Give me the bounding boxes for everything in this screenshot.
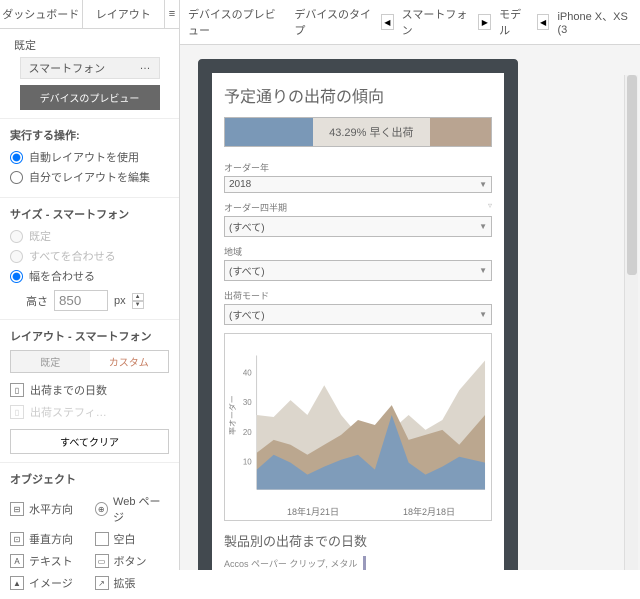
svg-text:30: 30 <box>243 398 252 407</box>
filter-mode-label: 出荷モード <box>224 289 269 302</box>
action-section: 実行する操作: 自動レイアウトを使用 自分でレイアウトを編集 <box>0 119 179 198</box>
x-label-2: 18年2月18日 <box>403 505 455 518</box>
clear-all-button[interactable]: すべてクリア <box>10 429 169 454</box>
tab-layout[interactable]: レイアウト <box>83 0 166 28</box>
filter-year-label: オーダー年 <box>224 161 269 174</box>
svg-text:10: 10 <box>243 458 252 467</box>
height-stepper[interactable]: ▲▼ <box>132 293 144 309</box>
vertical-icon: ⊡ <box>10 532 24 546</box>
y-axis-label: 率オーダー <box>229 395 237 435</box>
obj-button[interactable]: ▭ボタン <box>95 553 170 569</box>
size-title: サイズ - スマートフォン <box>10 206 169 222</box>
height-input[interactable] <box>54 290 108 311</box>
obj-vertical[interactable]: ⊡垂直方向 <box>10 531 85 547</box>
radio-auto-layout[interactable]: 自動レイアウトを使用 <box>10 149 169 165</box>
objects-title: オブジェクト <box>10 471 169 487</box>
obj-horizontal[interactable]: ⊟水平方向 <box>10 493 85 525</box>
device-section: 既定 スマートフォン … デバイスのプレビュー <box>0 29 179 119</box>
layout-section: レイアウト - スマートフォン 既定 カスタム ▯ 出荷までの日数 ▯ 出荷ステ… <box>0 320 179 463</box>
height-label: 高さ <box>26 293 48 309</box>
kpi-stacked-bar: 43.29% 早く出荷 <box>224 117 492 147</box>
sheet-icon: ▯ <box>10 383 24 397</box>
radio-size-default: 既定 <box>10 228 169 244</box>
globe-icon: ⊕ <box>95 502 109 516</box>
section-products-title: 製品別の出荷までの日数 <box>224 531 492 550</box>
type-prev-button[interactable]: ◀ <box>381 14 394 30</box>
text-icon: A <box>10 554 24 568</box>
area-chart: 40 30 20 10 率オーダー 18年 <box>224 333 492 521</box>
device-label: スマートフォン <box>29 60 106 76</box>
button-icon: ▭ <box>95 554 109 568</box>
default-label: 既定 <box>14 37 36 53</box>
layout-tab-default[interactable]: 既定 <box>11 351 90 372</box>
bar-seg-blue <box>225 118 313 146</box>
action-title: 実行する操作: <box>10 127 169 143</box>
obj-text[interactable]: Aテキスト <box>10 553 85 569</box>
filter-region-label: 地域 <box>224 245 242 258</box>
filter-quarter-select[interactable]: (すべて)▼ <box>224 216 492 237</box>
layout-tab-custom[interactable]: カスタム <box>90 351 169 372</box>
left-panel: ダッシュボード レイアウト ≡ 既定 スマートフォン … デバイスのプレビュー … <box>0 0 180 570</box>
device-type-label: デバイスのタイプ <box>294 6 373 38</box>
preview-label: デバイスのプレビュー <box>188 6 286 38</box>
left-tabs: ダッシュボード レイアウト ≡ <box>0 0 179 29</box>
device-more-icon[interactable]: … <box>140 60 151 76</box>
filter-mode-select[interactable]: (すべて)▼ <box>224 304 492 325</box>
device-preview-button[interactable]: デバイスのプレビュー <box>20 85 160 110</box>
type-next-button[interactable]: ▶ <box>478 14 491 30</box>
x-label-1: 18年1月21日 <box>287 505 339 518</box>
device-frame: 予定通りの出荷の傾向 43.29% 早く出荷 オーダー年 2018▼ オーダー四… <box>198 59 518 570</box>
obj-blank[interactable]: 空白 <box>95 531 170 547</box>
svg-text:40: 40 <box>243 368 252 377</box>
chevron-down-icon: ▼ <box>479 266 487 275</box>
extension-icon: ↗ <box>95 576 109 590</box>
preview-canvas: 予定通りの出荷の傾向 43.29% 早く出荷 オーダー年 2018▼ オーダー四… <box>180 45 640 570</box>
preview-topbar: デバイスのプレビュー デバイスのタイプ ◀ スマートフォン ▶ モデル ◀ iP… <box>180 0 640 45</box>
chevron-down-icon: ▼ <box>479 222 487 231</box>
image-icon: ▲ <box>10 576 24 590</box>
chevron-down-icon: ▼ <box>479 310 487 319</box>
area-chart-svg: 40 30 20 10 率オーダー <box>229 340 487 500</box>
obj-web[interactable]: ⊕Web ページ <box>95 493 170 525</box>
device-selector[interactable]: スマートフォン … <box>20 57 160 79</box>
dashboard-title: 予定通りの出荷の傾向 <box>224 83 492 107</box>
tabs-collapse-icon[interactable]: ≡ <box>165 0 179 28</box>
product-row: Accos ペーパー クリップ, メタル <box>224 556 492 570</box>
radio-size-fit-width[interactable]: 幅を合わせる <box>10 268 169 284</box>
tab-dashboard[interactable]: ダッシュボード <box>0 0 83 28</box>
objects-section: オブジェクト ⊟水平方向 ⊕Web ページ ⊡垂直方向 空白 Aテキスト ▭ボタ… <box>0 463 179 599</box>
chevron-down-icon: ▼ <box>479 180 487 189</box>
filter-region-select[interactable]: (すべて)▼ <box>224 260 492 281</box>
model-prev-button[interactable]: ◀ <box>537 14 550 30</box>
obj-extension[interactable]: ↗拡張 <box>95 575 170 591</box>
bar-seg-tan <box>430 118 491 146</box>
layout-item-ship-days[interactable]: ▯ 出荷までの日数 <box>10 379 169 401</box>
filter-year-select[interactable]: 2018▼ <box>224 176 492 193</box>
blank-icon <box>95 532 109 546</box>
product-bar <box>363 556 366 570</box>
scrollbar-thumb[interactable] <box>627 75 637 275</box>
product-name: Accos ペーパー クリップ, メタル <box>224 557 357 570</box>
funnel-icon[interactable]: ▿ <box>488 201 492 214</box>
model-value: iPhone X、XS (3 <box>557 8 632 36</box>
device-type-value: スマートフォン <box>402 6 471 38</box>
sheet-icon: ▯ <box>10 405 24 419</box>
right-panel: デバイスのプレビュー デバイスのタイプ ◀ スマートフォン ▶ モデル ◀ iP… <box>180 0 640 570</box>
filter-quarter-label: オーダー四半期 <box>224 201 287 214</box>
layout-item-ship-steffy[interactable]: ▯ 出荷ステフィ… <box>10 401 169 423</box>
height-unit: px <box>114 295 126 307</box>
svg-text:20: 20 <box>243 428 252 437</box>
obj-image[interactable]: ▲イメージ <box>10 575 85 591</box>
bar-seg-grey: 43.29% 早く出荷 <box>313 118 430 146</box>
model-label: モデル <box>499 6 529 38</box>
radio-size-fit-all: すべてを合わせる <box>10 248 169 264</box>
layout-title: レイアウト - スマートフォン <box>10 328 169 344</box>
size-section: サイズ - スマートフォン 既定 すべてを合わせる 幅を合わせる 高さ px ▲… <box>0 198 179 320</box>
radio-manual-layout[interactable]: 自分でレイアウトを編集 <box>10 169 169 185</box>
horizontal-icon: ⊟ <box>10 502 24 516</box>
